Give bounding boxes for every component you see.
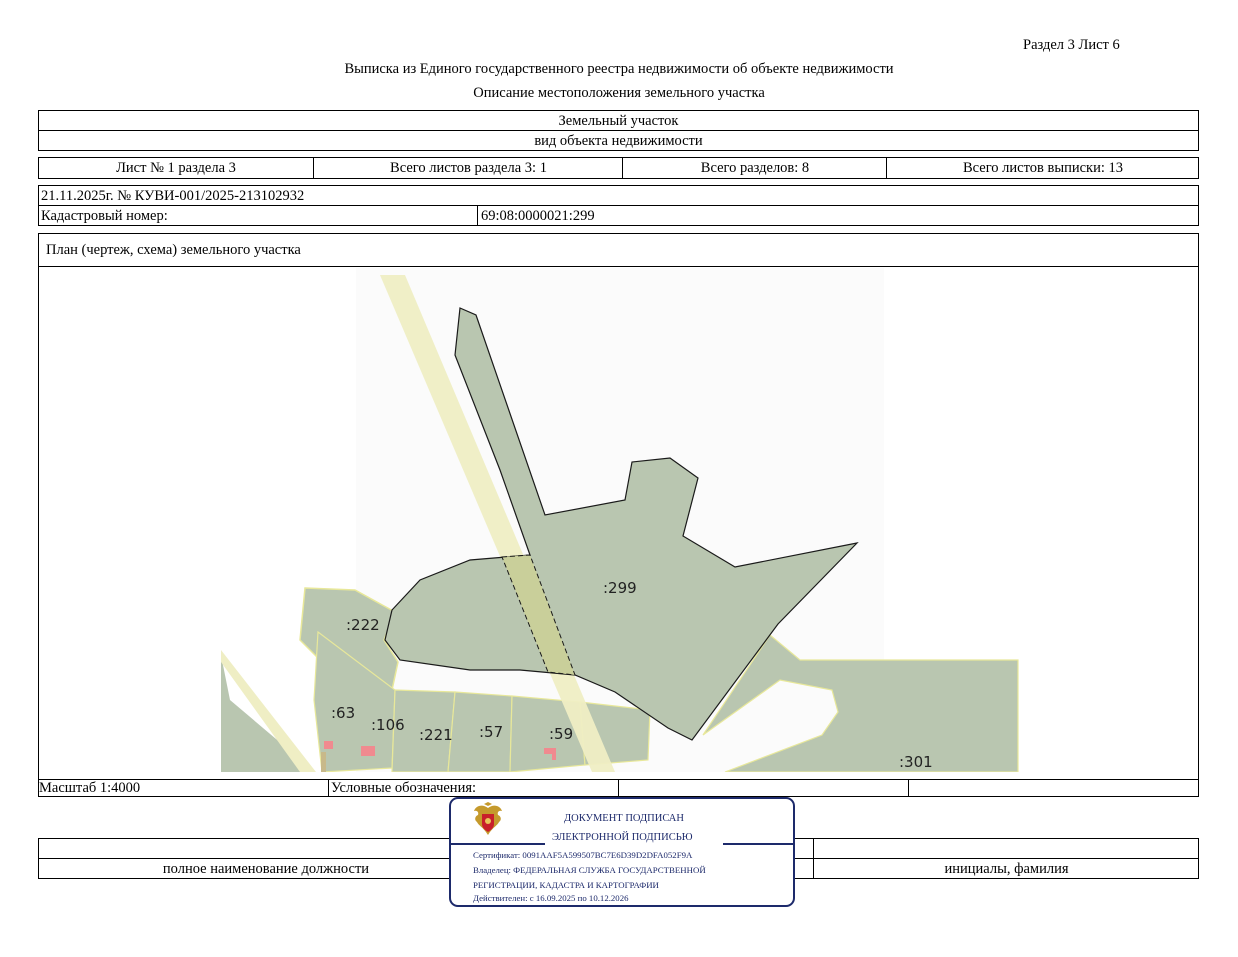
stamp-owner-line1: Владелец: ФЕДЕРАЛЬНАЯ СЛУЖБА ГОСУДАРСТВЕ…: [473, 865, 706, 875]
label-222: :222: [346, 616, 380, 634]
label-221: :221: [419, 726, 453, 744]
divider: [618, 779, 619, 797]
stamp-rule: [451, 843, 545, 845]
stamp-validity: Действителен: с 16.09.2025 по 10.12.2026: [473, 893, 629, 903]
label-106: :106: [371, 716, 405, 734]
coat-of-arms-icon: [474, 802, 502, 835]
building: [361, 746, 375, 756]
initials-caption: инициалы, фамилия: [944, 860, 1069, 877]
label-301: :301: [899, 753, 933, 771]
label-59: :59: [549, 725, 573, 743]
structure: [321, 752, 326, 772]
stamp-line1: ДОКУМЕНТ ПОДПИСАН: [564, 813, 684, 824]
stamp-rule: [723, 843, 795, 845]
stamp-certificate: Сертификат: 0091AAF5A599507BC7E6D39D2DFA…: [473, 850, 693, 860]
label-57: :57: [479, 723, 503, 741]
building: [324, 741, 333, 749]
scale-label: Масштаб 1:4000: [39, 780, 141, 796]
label-63: :63: [331, 704, 355, 722]
stamp-owner-line2: РЕГИСТРАЦИИ, КАДАСТРА И КАРТОГРАФИИ: [473, 880, 659, 890]
position-caption: полное наименование должности: [162, 860, 370, 877]
legend-label: Условные обозначения:: [331, 780, 477, 796]
stamp-line2: ЭЛЕКТРОННОЙ ПОДПИСЬЮ: [552, 832, 693, 843]
divider: [908, 779, 909, 797]
label-299: :299: [603, 579, 637, 597]
e-signature-stamp: ДОКУМЕНТ ПОДПИСАН ЭЛЕКТРОННОЙ ПОДПИСЬЮ С…: [449, 797, 795, 907]
